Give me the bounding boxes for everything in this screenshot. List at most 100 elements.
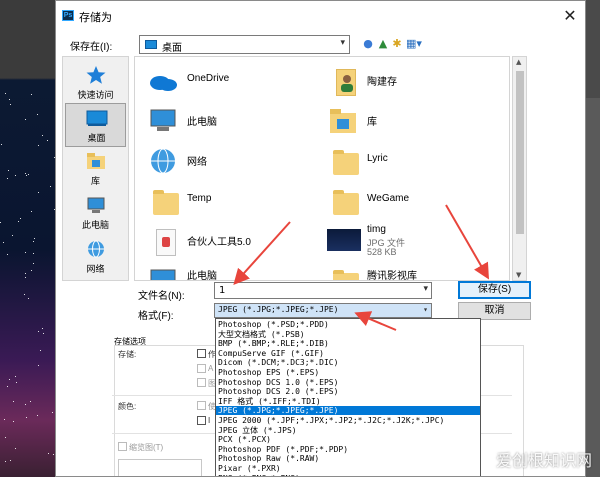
close-icon[interactable]: ✕	[558, 6, 582, 26]
sidebar-item-network[interactable]: 网络	[65, 235, 126, 279]
background-photo	[0, 0, 56, 477]
list-item[interactable]: 陶建存	[323, 61, 503, 101]
options-field	[118, 459, 202, 476]
format-select[interactable]: JPEG (*.JPG;*.JPEG;*.JPE) ▾	[214, 303, 432, 318]
save-in-label: 保存在(I):	[70, 42, 113, 53]
format-option[interactable]: CompuServe GIF (*.GIF)	[216, 349, 480, 358]
checkbox[interactable]	[197, 364, 206, 373]
file-name: 网络	[187, 157, 207, 168]
sidebar-item-quick-access[interactable]: 快速访问	[65, 61, 126, 105]
format-option[interactable]: IFF 格式 (*.IFF;*.TDI)	[216, 397, 480, 406]
desktop-icon	[86, 110, 108, 126]
document-icon	[147, 225, 179, 257]
format-option[interactable]: Photoshop DCS 1.0 (*.EPS)	[216, 378, 480, 387]
scroll-down-icon[interactable]: ▼	[516, 271, 521, 279]
list-item[interactable]: Lyric	[323, 141, 503, 181]
storage-label: 存储:	[118, 350, 137, 359]
file-name: 陶建存	[367, 77, 397, 88]
watermark-text: 爱创根知识网	[496, 451, 593, 470]
list-item[interactable]: 此电脑	[143, 261, 323, 281]
sidebar-item-label: 此电脑	[81, 220, 109, 230]
file-name: 库	[367, 117, 377, 128]
checkbox[interactable]	[197, 416, 206, 425]
file-name: 腾讯影视库	[367, 271, 417, 281]
filename-label: 文件名(N):	[138, 291, 185, 302]
sidebar-item-desktop[interactable]: 桌面	[65, 103, 126, 147]
format-option[interactable]: Dicom (*.DCM;*.DC3;*.DIC)	[216, 358, 480, 367]
scrollbar-thumb[interactable]	[516, 71, 524, 234]
file-name: Lyric	[367, 153, 388, 164]
list-item[interactable]: 此电脑	[143, 101, 323, 141]
chevron-down-icon[interactable]: ▾	[423, 284, 428, 294]
checkbox[interactable]	[197, 378, 206, 387]
list-item[interactable]: timg JPG 文件 528 KB	[323, 221, 503, 261]
format-option[interactable]: JPEG 立体 (*.JPS)	[216, 426, 480, 435]
watermark: 爱创根知识网	[494, 444, 596, 472]
computer-icon	[150, 269, 176, 280]
file-size: 528 KB	[367, 247, 397, 257]
folder-icon	[147, 185, 179, 217]
color-label: 颜色:	[118, 402, 137, 411]
format-option[interactable]: Photoshop EPS (*.EPS)	[216, 368, 480, 377]
back-icon[interactable]: ●	[361, 37, 375, 51]
places-sidebar: 快速访问 桌面 库 此电脑 网络	[62, 56, 129, 281]
computer-icon	[87, 197, 105, 213]
file-name: 合伙人工具5.0	[187, 237, 251, 248]
background-panel	[586, 0, 600, 477]
format-option[interactable]: PNG (*.PNG;*.PNS)	[216, 474, 480, 476]
sidebar-item-label: 库	[90, 176, 100, 186]
sidebar-item-this-pc[interactable]: 此电脑	[65, 191, 126, 235]
list-item[interactable]: 腾讯影视库	[323, 261, 503, 281]
file-name: 此电脑	[187, 271, 217, 281]
format-option[interactable]: Photoshop Raw (*.RAW)	[216, 454, 480, 463]
format-label: 格式(F):	[138, 311, 174, 322]
filename-value: 1	[219, 285, 226, 296]
checkbox[interactable]	[197, 401, 206, 410]
checkbox[interactable]	[197, 349, 206, 358]
thumbnail-checkbox[interactable]	[118, 442, 127, 451]
new-folder-icon[interactable]: ✱	[390, 37, 404, 51]
list-item[interactable]: 网络	[143, 141, 323, 181]
format-option[interactable]: BMP (*.BMP;*.RLE;*.DIB)	[216, 339, 480, 348]
file-name: 此电脑	[187, 117, 217, 128]
folder-icon	[327, 185, 359, 217]
up-folder-icon[interactable]: ▲	[376, 37, 390, 51]
file-name: WeGame	[367, 193, 410, 204]
format-option[interactable]: JPEG (*.JPG;*.JPEG;*.JPE)	[216, 406, 480, 416]
list-item[interactable]: OneDrive	[143, 61, 323, 101]
view-menu-icon[interactable]: ▦▾	[405, 37, 423, 51]
file-name: OneDrive	[187, 73, 230, 84]
format-option[interactable]: Photoshop (*.PSD;*.PDD)	[216, 320, 480, 329]
filename-input[interactable]: 1 ▾	[214, 282, 432, 299]
format-option[interactable]: Pixar (*.PXR)	[216, 464, 480, 473]
library-icon	[87, 153, 105, 169]
list-item[interactable]: 库	[323, 101, 503, 141]
list-item[interactable]: WeGame	[323, 181, 503, 221]
photoshop-app-icon: Ps	[62, 10, 74, 21]
thumbnail-label: 缩览图(T)	[129, 443, 164, 452]
save-as-dialog: Ps 存储为 ✕ 保存在(I): 桌面 ▾ ● ▲ ✱ ▦▾ 快速访问 桌面 库…	[55, 0, 586, 477]
option-partial-label: I	[208, 416, 211, 425]
list-item[interactable]: Temp	[143, 181, 323, 221]
list-item[interactable]: 合伙人工具5.0	[143, 221, 323, 261]
title-bar[interactable]: Ps 存储为 ✕	[56, 1, 585, 29]
format-option[interactable]: JPEG 2000 (*.JPF;*.JPX;*.JP2;*.J2C;*.J2K…	[216, 416, 480, 425]
format-option[interactable]: Photoshop DCS 2.0 (*.EPS)	[216, 387, 480, 396]
sidebar-item-label: 网络	[86, 264, 105, 274]
file-list-scrollbar[interactable]: ▲ ▼	[512, 56, 527, 281]
save-button[interactable]: 保存(S)	[458, 281, 531, 299]
scroll-up-icon[interactable]: ▲	[516, 58, 521, 66]
format-option[interactable]: 大型文档格式 (*.PSB)	[216, 330, 480, 339]
file-name: Temp	[187, 193, 212, 204]
format-option[interactable]: Photoshop PDF (*.PDF;*.PDP)	[216, 445, 480, 454]
format-dropdown-list: Photoshop (*.PSD;*.PDD) 大型文档格式 (*.PSB) BMP…	[215, 318, 481, 476]
star-icon	[86, 66, 106, 84]
save-in-dropdown[interactable]: 桌面 ▾	[139, 35, 350, 54]
sidebar-item-library[interactable]: 库	[65, 147, 126, 191]
format-option[interactable]: PCX (*.PCX)	[216, 435, 480, 444]
format-value: JPEG (*.JPG;*.JPEG;*.JPE)	[218, 305, 339, 314]
sidebar-item-label: 快速访问	[77, 90, 114, 100]
folder-icon	[327, 145, 359, 177]
chevron-down-icon: ▾	[423, 305, 428, 314]
window-title: 存储为	[79, 12, 112, 24]
